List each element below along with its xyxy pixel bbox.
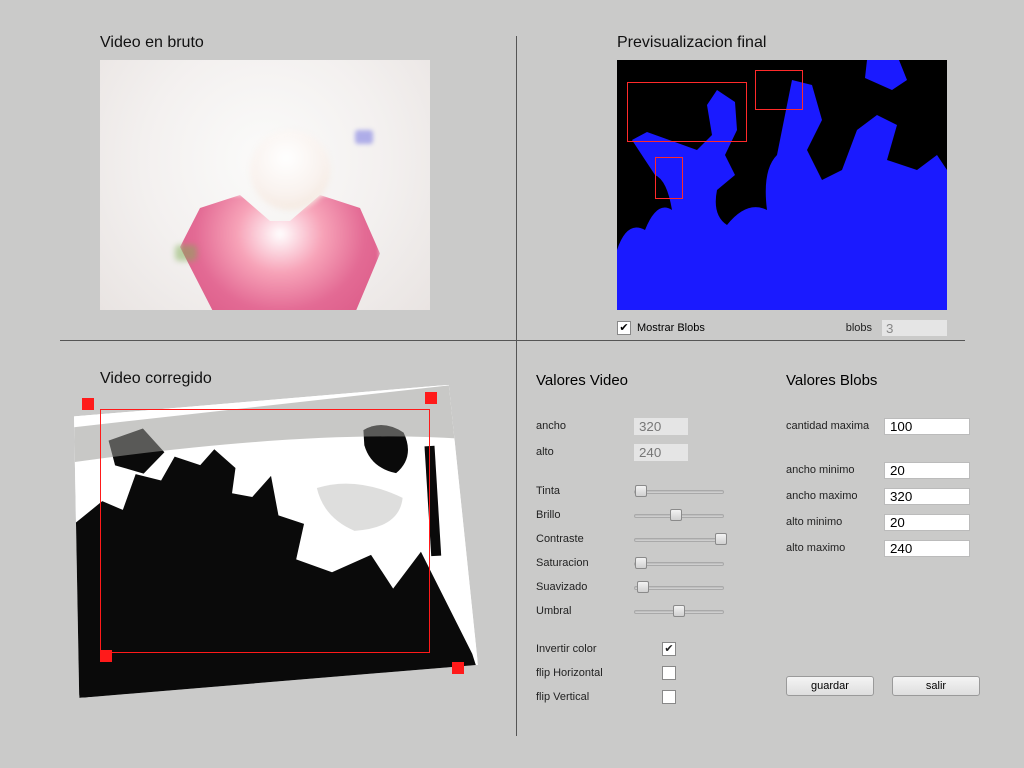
flip-h-checkbox[interactable] (662, 666, 676, 680)
values-video-heading: Valores Video (536, 372, 756, 389)
crop-handle-bl[interactable] (100, 650, 112, 662)
invert-label: Invertir color (536, 643, 662, 655)
corrected-video-heading: Video corregido (100, 370, 212, 388)
crop-handle-br[interactable] (452, 662, 464, 674)
blob-box (627, 82, 747, 142)
blob-box (655, 157, 683, 199)
min-w-field[interactable] (884, 462, 970, 479)
saturation-label: Saturacion (536, 557, 634, 569)
smoothing-slider[interactable] (634, 580, 724, 594)
max-h-label: alto maximo (786, 542, 884, 554)
blobs-count-value (882, 320, 947, 336)
blob-box (755, 70, 803, 110)
flip-h-label: flip Horizontal (536, 667, 662, 679)
threshold-label: Umbral (536, 605, 634, 617)
width-field (634, 418, 688, 435)
raw-video-heading: Video en bruto (100, 34, 204, 52)
brightness-slider[interactable] (634, 508, 724, 522)
max-count-label: cantidad maxima (786, 420, 884, 432)
tint-label: Tinta (536, 485, 634, 497)
save-button[interactable]: guardar (786, 676, 874, 696)
min-h-field[interactable] (884, 514, 970, 531)
blobs-count-label: blobs (846, 322, 872, 334)
flip-v-checkbox[interactable] (662, 690, 676, 704)
corrected-video-preview[interactable] (70, 396, 470, 686)
contrast-slider[interactable] (634, 532, 724, 546)
final-preview-heading: Previsualizacion final (617, 34, 766, 52)
min-h-label: alto minimo (786, 516, 884, 528)
vertical-divider (516, 36, 517, 736)
tint-slider[interactable] (634, 484, 724, 498)
values-blobs-heading: Valores Blobs (786, 372, 1004, 389)
max-w-label: ancho maximo (786, 490, 884, 502)
final-preview (617, 60, 947, 310)
height-label: alto (536, 446, 634, 458)
smoothing-label: Suavizado (536, 581, 634, 593)
show-blobs-label: Mostrar Blobs (637, 322, 705, 334)
crop-handle-tl[interactable] (82, 398, 94, 410)
min-w-label: ancho minimo (786, 464, 884, 476)
saturation-slider[interactable] (634, 556, 724, 570)
crop-frame[interactable] (100, 409, 430, 653)
contrast-label: Contraste (536, 533, 634, 545)
raw-video-preview (100, 60, 430, 310)
max-count-field[interactable] (884, 418, 970, 435)
flip-v-label: flip Vertical (536, 691, 662, 703)
threshold-slider[interactable] (634, 604, 724, 618)
show-blobs-checkbox[interactable] (617, 321, 631, 335)
max-w-field[interactable] (884, 488, 970, 505)
crop-handle-tr[interactable] (425, 392, 437, 404)
brightness-label: Brillo (536, 509, 634, 521)
exit-button[interactable]: salir (892, 676, 980, 696)
horizontal-divider (60, 340, 965, 341)
invert-checkbox[interactable] (662, 642, 676, 656)
height-field (634, 444, 688, 461)
max-h-field[interactable] (884, 540, 970, 557)
width-label: ancho (536, 420, 634, 432)
